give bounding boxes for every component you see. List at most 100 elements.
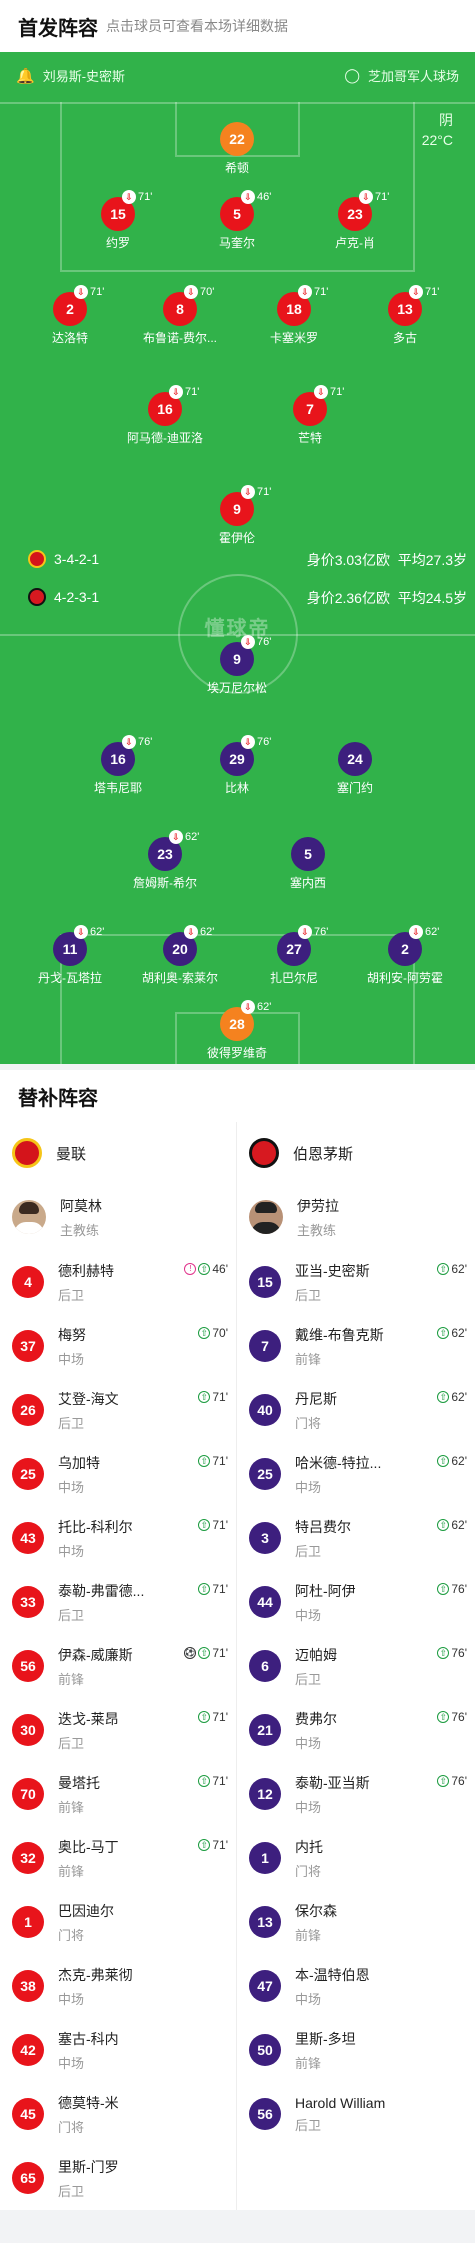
sub-player-row[interactable]: 65 里斯-门罗 后卫: [0, 2146, 236, 2210]
sub-minute: 76': [314, 926, 329, 938]
away-coach-row[interactable]: 伊劳拉 主教练: [237, 1184, 475, 1250]
sub-player-row[interactable]: 50 里斯-多坦 前锋: [237, 2018, 475, 2082]
sub-player-row[interactable]: 26 艾登-海文 后卫 ⇧ 71': [0, 1378, 236, 1442]
player-name: 哈米德-特拉...: [295, 1454, 382, 1471]
sub-player-row[interactable]: 25 哈米德-特拉... 中场 ⇧ 62': [237, 1442, 475, 1506]
home-player[interactable]: 2 ⇩ 71' 达洛特: [10, 285, 130, 346]
sub-player-row[interactable]: 47 本-温特伯恩 中场: [237, 1954, 475, 2018]
sub-player-row[interactable]: 56 伊森-威廉斯 前锋 ⚽ ⇧ 71': [0, 1634, 236, 1698]
home-team-row[interactable]: 曼联: [0, 1122, 236, 1184]
sub-minute: 62': [451, 1326, 467, 1340]
referee-name: 刘易斯-史密斯: [42, 69, 126, 84]
sub-player-row[interactable]: 7 戴维-布鲁克斯 前锋 ⇧ 62': [237, 1314, 475, 1378]
sub-player-row[interactable]: 13 保尔森 前锋: [237, 1890, 475, 1954]
sub-out-icon: ⇩: [298, 925, 312, 939]
home-formation-text: 3-4-2-1: [54, 551, 100, 567]
player-name: 达洛特: [51, 331, 88, 345]
player-info: 德利赫特 后卫: [58, 1261, 114, 1304]
sub-player-row[interactable]: 40 丹尼斯 门将 ⇧ 62': [237, 1378, 475, 1442]
player-position: 后卫: [295, 1543, 322, 1559]
player-name: 丹戈-瓦塔拉: [38, 971, 102, 985]
away-player[interactable]: 11 ⇩ 62' 丹戈-瓦塔拉: [10, 925, 130, 986]
away-player[interactable]: 9 ⇩ 76' 埃万尼尔松: [177, 635, 297, 696]
player-name: 艾登-海文: [58, 1390, 119, 1407]
sub-player-row[interactable]: 6 迈帕姆 后卫 ⇧ 76': [237, 1634, 475, 1698]
away-player[interactable]: 27 ⇩ 76' 扎巴尔尼: [234, 925, 354, 986]
yellow-card-icon: !: [184, 1263, 197, 1275]
player-info: 特吕费尔 后卫: [295, 1517, 351, 1560]
player-name: 梅努: [58, 1326, 86, 1343]
home-player[interactable]: 22 希顿: [177, 122, 297, 176]
player-number: 43: [12, 1522, 44, 1554]
away-player[interactable]: 28 ⇩ 62' 彼得罗维奇: [177, 1000, 297, 1061]
away-team-row[interactable]: 伯恩茅斯: [237, 1122, 475, 1184]
away-player[interactable]: 5 塞内西: [248, 837, 368, 891]
home-player[interactable]: 7 ⇩ 71' 芒特: [250, 385, 370, 446]
home-player[interactable]: 8 ⇩ 70' 布鲁诺-费尔...: [120, 285, 240, 346]
lineup-header: 首发阵容 点击球员可查看本场详细数据: [0, 0, 475, 52]
sub-player-row[interactable]: 56 Harold William 后卫: [237, 2082, 475, 2146]
sub-player-row[interactable]: 38 杰克-弗莱彻 中场: [0, 1954, 236, 2018]
sub-player-row[interactable]: 70 曼塔托 前锋 ⇧ 71': [0, 1762, 236, 1826]
sub-player-row[interactable]: 45 德莫特-米 门将: [0, 2082, 236, 2146]
home-player[interactable]: 5 ⇩ 46' 马奎尔: [177, 190, 297, 251]
player-info: 里斯-多坦 前锋: [295, 2029, 356, 2072]
player-name: 塞门约: [336, 781, 373, 795]
sub-event: ⇧ 71': [198, 1582, 228, 1596]
sub-in-icon: ⇧: [437, 1775, 450, 1787]
sub-player-row[interactable]: 15 亚当-史密斯 后卫 ⇧ 62': [237, 1250, 475, 1314]
sub-player-row[interactable]: 30 迭戈-莱昂 后卫 ⇧ 71': [0, 1698, 236, 1762]
sub-minute: 46': [257, 191, 272, 203]
sub-player-row[interactable]: 42 塞古-科内 中场: [0, 2018, 236, 2082]
away-player[interactable]: 2 ⇩ 62' 胡利安-阿劳霍: [345, 925, 465, 986]
sub-player-row[interactable]: 25 乌加特 中场 ⇧ 71': [0, 1442, 236, 1506]
sub-player-row[interactable]: 1 巴因迪尔 门将: [0, 1890, 236, 1954]
home-coach-role: 主教练: [60, 1222, 100, 1238]
away-player[interactable]: 24 塞门约: [295, 742, 415, 796]
player-position: 中场: [58, 1543, 85, 1559]
player-name: 卡塞米罗: [269, 331, 318, 345]
player-number: 25: [12, 1458, 44, 1490]
home-player[interactable]: 16 ⇩ 71' 阿马德-迪亚洛: [105, 385, 225, 446]
away-player[interactable]: 20 ⇩ 62' 胡利奥-索莱尔: [120, 925, 240, 986]
home-player[interactable]: 18 ⇩ 71' 卡塞米罗: [234, 285, 354, 346]
subs-title: 替补阵容: [18, 1087, 98, 1110]
away-player[interactable]: 23 ⇩ 62' 詹姆斯-希尔: [105, 830, 225, 891]
away-player[interactable]: 16 ⇩ 76' 塔韦尼耶: [58, 735, 178, 796]
sub-player-row[interactable]: 37 梅努 中场 ⇧ 70': [0, 1314, 236, 1378]
home-player[interactable]: 23 ⇩ 71' 卢克-肖: [295, 190, 415, 251]
sub-player-row[interactable]: 12 泰勒-亚当斯 中场 ⇧ 76': [237, 1762, 475, 1826]
sub-minute: 71': [330, 386, 345, 398]
player-position: 中场: [295, 1607, 322, 1623]
sub-player-row[interactable]: 3 特吕费尔 后卫 ⇧ 62': [237, 1506, 475, 1570]
venue-name: 芝加哥军人球场: [367, 69, 459, 84]
player-name: 特吕费尔: [295, 1518, 351, 1535]
player-name: 巴因迪尔: [58, 1902, 114, 1919]
sub-player-row[interactable]: 44 阿杜-阿伊 中场 ⇧ 76': [237, 1570, 475, 1634]
home-player[interactable]: 13 ⇩ 71' 多古: [345, 285, 465, 346]
home-coach-row[interactable]: 阿莫林 主教练: [0, 1184, 236, 1250]
venue-info: ◯ 芝加哥军人球场: [344, 66, 459, 85]
sub-player-row[interactable]: 32 奥比-马丁 前锋 ⇧ 71': [0, 1826, 236, 1890]
sub-player-row[interactable]: 21 费弗尔 中场 ⇧ 76': [237, 1698, 475, 1762]
player-position: 前锋: [58, 1671, 85, 1687]
home-player[interactable]: 9 ⇩ 71' 霍伊伦: [177, 485, 297, 546]
player-info: 泰勒-弗雷德... 后卫: [58, 1581, 144, 1624]
sub-player-row[interactable]: 33 泰勒-弗雷德... 后卫 ⇧ 71': [0, 1570, 236, 1634]
sub-off-marker: ⇩ 76': [298, 925, 328, 939]
sub-player-row[interactable]: 43 托比-科利尔 中场 ⇧ 71': [0, 1506, 236, 1570]
sub-off-marker: ⇩ 71': [359, 190, 389, 204]
player-number: 25: [249, 1458, 281, 1490]
sub-off-marker: ⇩ 71': [122, 190, 152, 204]
player-info: 曼塔托 前锋: [58, 1773, 100, 1816]
player-number: 3: [249, 1522, 281, 1554]
player-number: 5: [291, 837, 325, 871]
sub-player-row[interactable]: 1 内托 门将: [237, 1826, 475, 1890]
sub-event: ⇧ 71': [198, 1710, 228, 1724]
sub-player-row[interactable]: 4 德利赫特 后卫! ⇧ 46': [0, 1250, 236, 1314]
home-player[interactable]: 15 ⇩ 71' 约罗: [58, 190, 178, 251]
player-position: 门将: [295, 1863, 322, 1879]
player-info: 迭戈-莱昂 后卫: [58, 1709, 119, 1752]
away-player[interactable]: 29 ⇩ 76' 比林: [177, 735, 297, 796]
sub-in-icon: ⇧: [437, 1263, 450, 1275]
